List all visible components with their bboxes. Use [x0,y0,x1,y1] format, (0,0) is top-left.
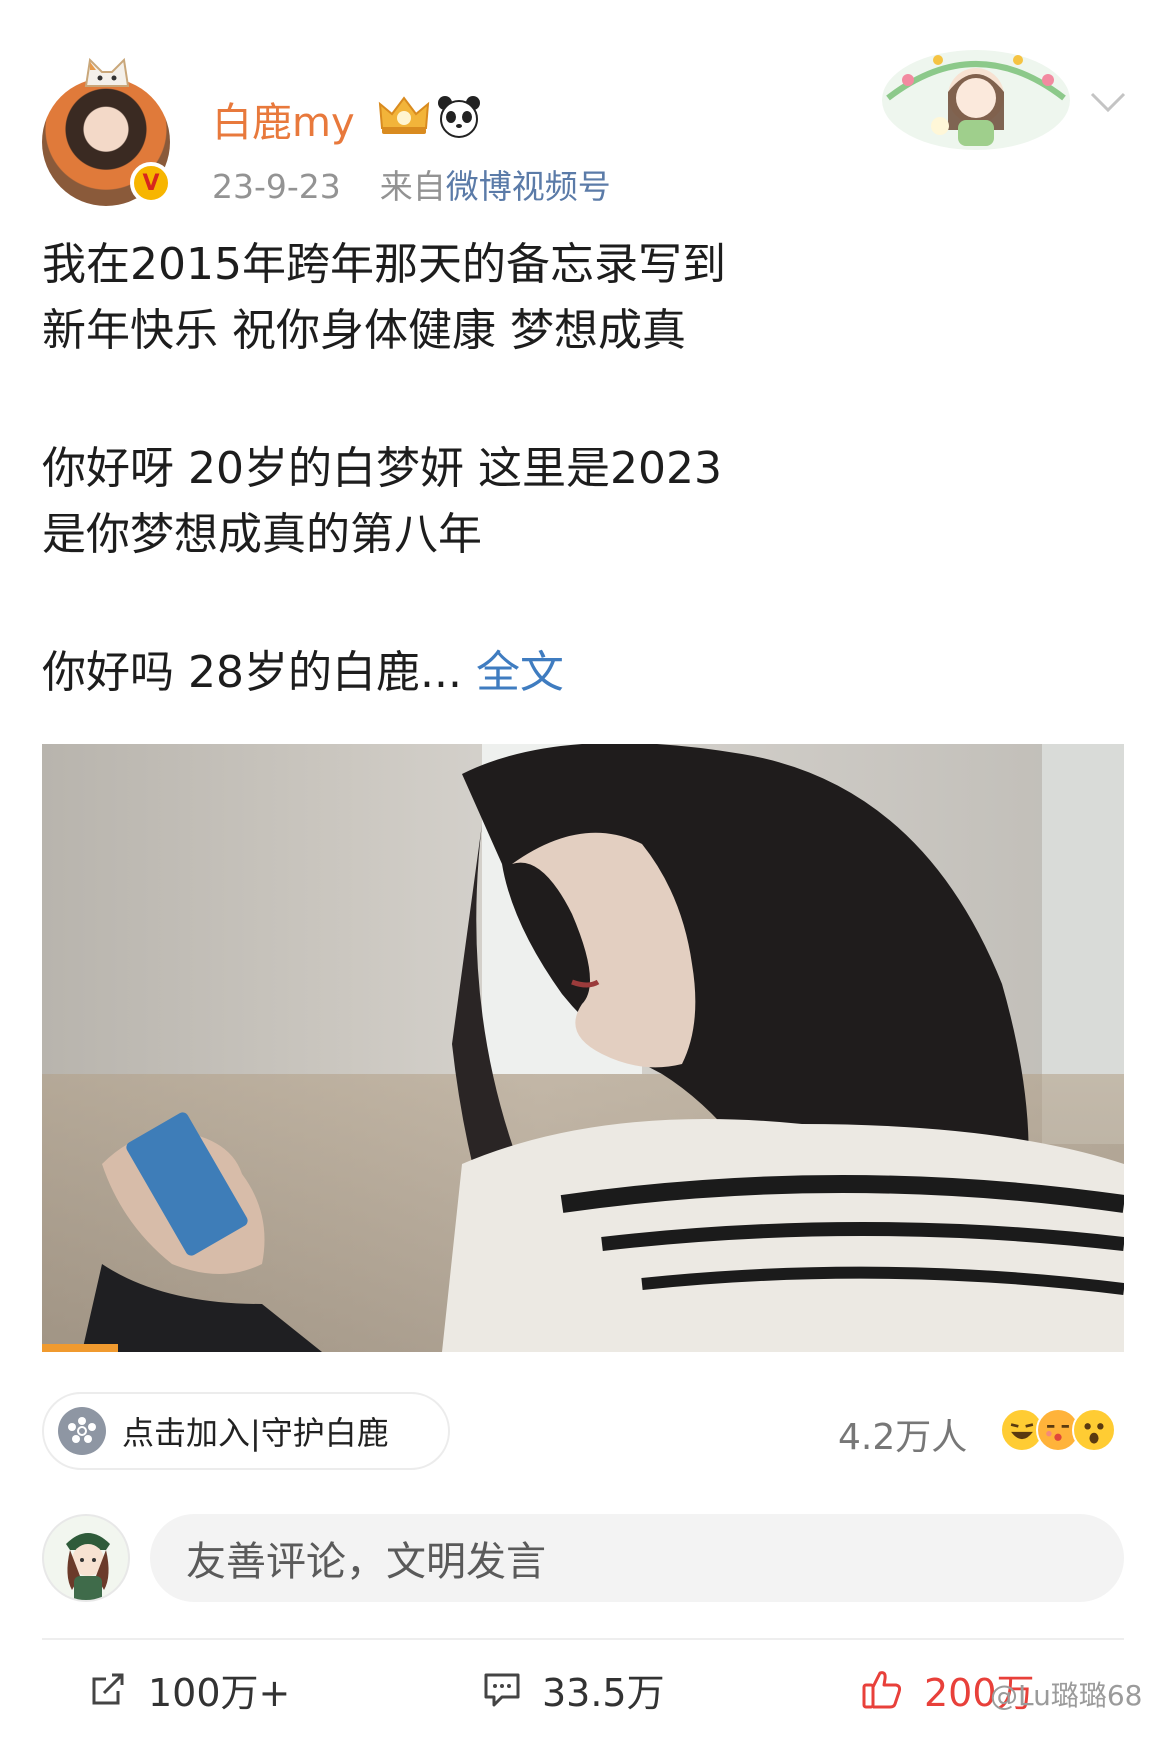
post-last-line: 你好吗 28岁的白鹿... 全文 [42,640,1122,706]
share-button[interactable]: 100万+ [88,1664,291,1715]
comment-count: 33.5万 [542,1670,665,1715]
expand-full-text-link[interactable]: 全文 [476,647,564,698]
video-progress-bar[interactable] [42,1344,118,1352]
verified-mark: V [142,170,160,196]
panda-badge-icon[interactable] [436,94,482,138]
crown-badge-icon[interactable] [376,92,432,138]
my-avatar-illustration [66,1533,110,1600]
post-line: 你好呀 20岁的白梦妍 这里是2023 [42,443,722,494]
divider [42,1638,1124,1640]
comment-button[interactable]: 33.5万 [482,1664,665,1715]
my-avatar[interactable] [42,1514,130,1602]
video-frame-illustration [82,744,1124,1352]
chevron-down-icon[interactable] [1088,90,1128,114]
verified-icon: V [130,162,172,204]
watermark: @Lu璐璐68 [990,1679,1143,1712]
post-text: 我在2015年跨年那天的备忘录写到 新年快乐 祝你身体健康 梦想成真 你好呀 2… [42,232,1122,706]
username[interactable]: 白鹿my [212,90,355,148]
video-player[interactable] [42,744,1124,1352]
thumbs-up-icon [862,1671,902,1709]
post-date: 23-9-23 [212,167,341,206]
join-supporters-button[interactable]: 点击加入|守护白鹿 [42,1392,450,1470]
comment-icon [484,1673,520,1707]
comment-input[interactable]: 友善评论，文明发言 [150,1514,1124,1602]
via-label: 来自 [379,167,446,206]
post-line: 我在2015年跨年那天的备忘录写到 [42,239,726,290]
decoration-card-icon[interactable] [878,40,1074,152]
post-meta: 23-9-23 来自微博视频号 [212,160,611,208]
share-icon [92,1673,124,1705]
post-line: 是你梦想成真的第八年 [42,509,482,560]
surprised-emoji-icon [1072,1408,1116,1452]
flower-icon [58,1407,106,1455]
reaction-count[interactable]: 4.2万人 [838,1408,967,1460]
share-count: 100万+ [148,1670,291,1715]
post-line: 你好吗 28岁的白鹿... [42,647,462,698]
post-source[interactable]: 微博视频号 [446,167,611,206]
cat-ear-icon [84,57,130,87]
join-supporters-label: 点击加入|守护白鹿 [122,1414,389,1452]
post-line: 新年快乐 祝你身体健康 梦想成真 [42,305,686,356]
